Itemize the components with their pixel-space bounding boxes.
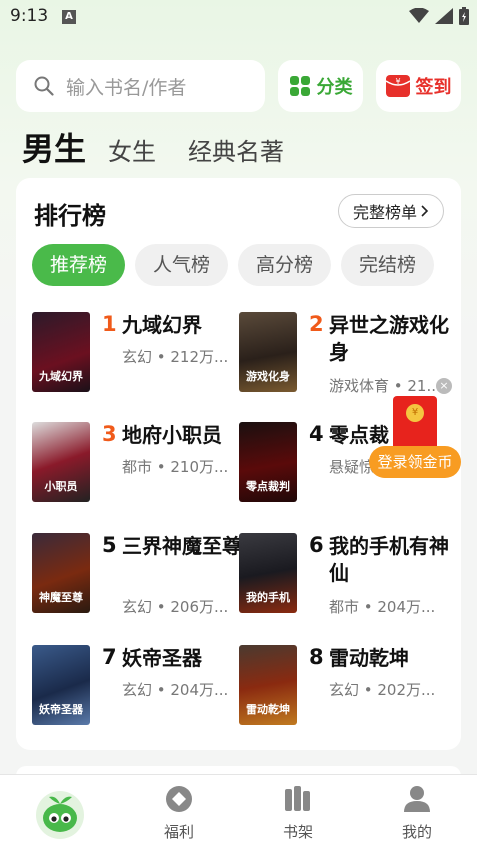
cover-title: 游戏化身: [246, 370, 290, 383]
signal-icon: [435, 8, 453, 24]
nav-home[interactable]: [20, 775, 100, 848]
signin-button[interactable]: ¥ 签到: [376, 60, 461, 112]
tab-popular[interactable]: 人气榜: [135, 244, 229, 286]
book-title: 妖帝圣器: [122, 646, 202, 670]
cover-title: 雷动乾坤: [246, 703, 290, 716]
login-coin-label: 登录领金币: [369, 446, 461, 478]
book-cover: 妖帝圣器: [32, 645, 90, 725]
full-list-button[interactable]: 完整榜单: [338, 194, 444, 228]
notification-badge: A: [62, 10, 76, 24]
svg-text:¥: ¥: [395, 77, 400, 86]
cover-title: 九域幻界: [39, 370, 83, 383]
rank-number: 5: [102, 533, 117, 557]
chevron-right-icon: [421, 205, 429, 217]
tab-recommend[interactable]: 推荐榜: [32, 244, 126, 286]
tab-high-score[interactable]: 高分榜: [238, 244, 332, 286]
book-item[interactable]: 雷动乾坤 8 雷动乾坤 玄幻 • 202万...: [239, 645, 449, 735]
nav-bookshelf[interactable]: 书架: [258, 775, 338, 848]
book-meta: 玄幻 • 204万...: [122, 681, 229, 699]
nav-profile[interactable]: 我的: [377, 775, 457, 848]
cover-title: 妖帝圣器: [39, 703, 83, 716]
bookshelf-icon: [285, 786, 310, 811]
rank-number: 2: [309, 312, 324, 336]
gender-tabs: 男生 女生 经典名著: [22, 124, 316, 170]
book-item[interactable]: 我的手机 6 我的手机有神仙 都市 • 204万...: [239, 533, 449, 623]
coin-icon: ¥: [406, 404, 424, 422]
book-meta: 都市 • 210万...: [122, 458, 229, 476]
diamond-icon: [166, 786, 192, 812]
user-icon: [404, 786, 430, 812]
book-cover: 零点裁判: [239, 422, 297, 502]
book-title: 我的手机有神仙: [329, 534, 449, 585]
status-time: 9:13: [10, 6, 49, 26]
rank-number: 7: [102, 645, 117, 669]
book-title: 三界神魔至尊: [122, 534, 242, 558]
nav-welfare[interactable]: 福利: [139, 775, 219, 848]
rank-number: 8: [309, 645, 324, 669]
book-cover: 游戏化身: [239, 312, 297, 392]
category-button[interactable]: 分类: [278, 60, 363, 112]
battery-icon: [459, 7, 469, 25]
red-envelope-icon: ¥: [385, 75, 410, 97]
book-item[interactable]: 神魔至尊 5 三界神魔至尊 玄幻 • 206万...: [32, 533, 242, 623]
search-input[interactable]: 输入书名/作者: [16, 60, 265, 112]
nav-bookshelf-label: 书架: [282, 823, 313, 841]
book-cover: 小职员: [32, 422, 90, 502]
wifi-icon: [409, 8, 429, 23]
book-title: 异世之游戏化身: [329, 313, 449, 364]
rank-number: 3: [102, 422, 117, 446]
close-icon[interactable]: ×: [436, 378, 452, 394]
book-item[interactable]: 小职员 3 地府小职员 都市 • 210万...: [32, 422, 242, 512]
status-bar: 9:13 A: [0, 0, 477, 34]
tab-male[interactable]: 男生: [22, 124, 86, 170]
nav-profile-label: 我的: [401, 823, 432, 841]
book-item[interactable]: 妖帝圣器 7 妖帝圣器 玄幻 • 204万...: [32, 645, 242, 735]
book-item[interactable]: 九域幻界 1 九域幻界 玄幻 • 212万...: [32, 312, 242, 402]
book-meta: 悬疑惊: [329, 458, 375, 476]
bean-mascot-icon: [36, 791, 84, 839]
status-icons: [409, 7, 469, 25]
book-title: 九域幻界: [122, 313, 202, 337]
red-envelope-icon: ¥: [393, 396, 437, 452]
rank-number: 1: [102, 312, 117, 336]
book-title: 地府小职员: [122, 423, 222, 447]
book-meta: 都市 • 204万...: [329, 598, 436, 616]
cover-title: 零点裁判: [246, 480, 290, 493]
book-title: 雷动乾坤: [329, 646, 409, 670]
book-cover: 神魔至尊: [32, 533, 90, 613]
cover-title: 神魔至尊: [39, 591, 83, 604]
book-cover: 我的手机: [239, 533, 297, 613]
full-list-label: 完整榜单: [352, 203, 417, 222]
rank-number: 6: [309, 533, 324, 557]
ranking-title: 排行榜: [34, 202, 106, 230]
tab-classics[interactable]: 经典名著: [188, 132, 284, 167]
category-label: 分类: [316, 77, 353, 98]
bottom-nav: 福利 书架 我的: [0, 774, 477, 848]
signin-label: 签到: [415, 77, 452, 98]
nav-welfare-label: 福利: [163, 823, 194, 841]
cover-title: 我的手机: [246, 591, 290, 604]
login-coin-ad[interactable]: × ¥ 登录领金币: [369, 378, 461, 478]
tab-female[interactable]: 女生: [108, 132, 156, 167]
book-cover: 雷动乾坤: [239, 645, 297, 725]
cover-title: 小职员: [44, 480, 78, 493]
rank-number: 4: [309, 422, 324, 446]
search-icon: [34, 76, 54, 96]
tab-completed[interactable]: 完结榜: [341, 244, 435, 286]
book-meta: 玄幻 • 202万...: [329, 681, 436, 699]
book-cover: 九域幻界: [32, 312, 90, 392]
book-meta: 玄幻 • 212万...: [122, 348, 229, 366]
book-meta: 玄幻 • 206万...: [122, 598, 229, 616]
search-placeholder: 输入书名/作者: [66, 76, 187, 99]
grid-icon: [289, 76, 310, 96]
ranking-tabs: 推荐榜 人气榜 高分榜 完结榜: [32, 244, 461, 286]
